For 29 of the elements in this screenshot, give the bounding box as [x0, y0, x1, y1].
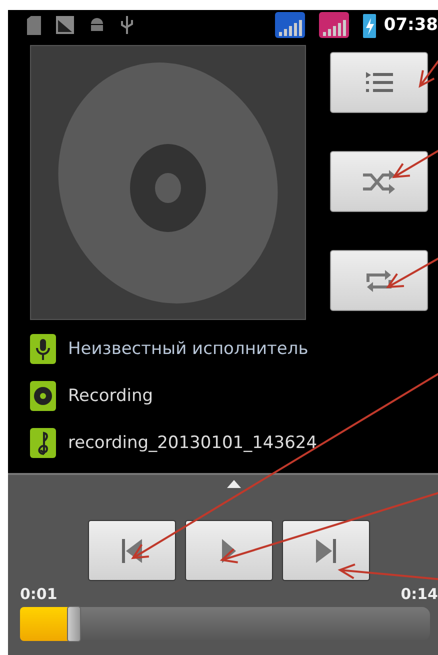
track-name: recording_20130101_143624: [68, 433, 318, 453]
seek-bar[interactable]: [20, 607, 430, 641]
sd-card-icon: [26, 15, 42, 35]
signal-icon: [318, 12, 349, 38]
previous-icon: [121, 538, 143, 564]
play-icon: [221, 538, 237, 564]
play-button[interactable]: [185, 520, 273, 581]
artist-name: Неизвестный исполнитель: [68, 339, 308, 359]
battery-icon: [362, 12, 376, 38]
seek-thumb[interactable]: [67, 606, 82, 642]
repeat-icon: [364, 268, 394, 294]
expand-icon[interactable]: [227, 480, 241, 488]
playlist-button[interactable]: [330, 52, 428, 113]
signal-icon: [274, 12, 305, 38]
microphone-icon: [30, 334, 56, 364]
previous-button[interactable]: [88, 520, 176, 581]
total-time: 0:14: [400, 585, 438, 603]
shuffle-icon: [362, 170, 396, 194]
album-name: Recording: [68, 386, 154, 406]
next-button[interactable]: [282, 520, 370, 581]
music-note-icon: [30, 428, 56, 458]
usb-icon: [120, 15, 134, 35]
status-time: 07:38: [384, 15, 438, 35]
list-icon: [364, 70, 394, 94]
image-icon: [56, 16, 74, 34]
elapsed-time: 0:01: [20, 585, 58, 603]
repeat-button[interactable]: [330, 250, 428, 311]
next-icon: [315, 538, 337, 564]
shuffle-button[interactable]: [330, 151, 428, 212]
